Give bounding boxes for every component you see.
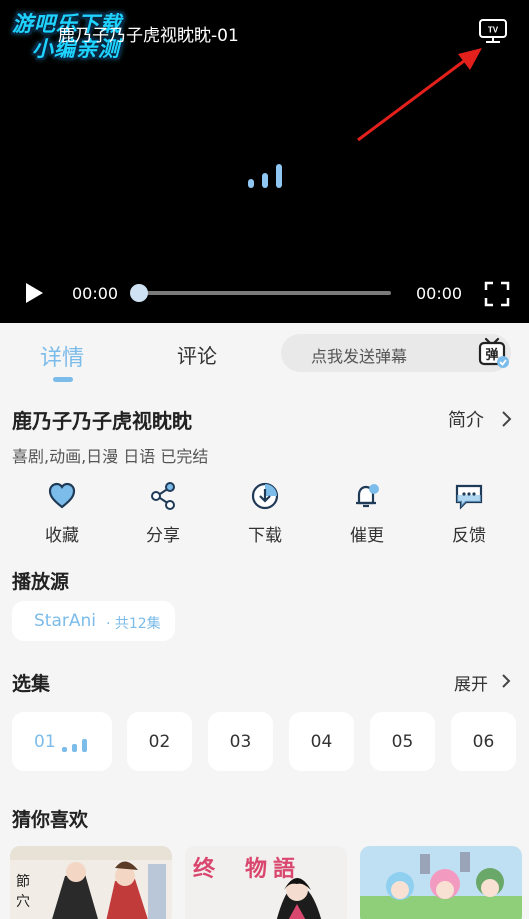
tab-details[interactable]: 详情 xyxy=(40,340,84,372)
episode-number: 05 xyxy=(391,732,414,752)
source-chip-starani[interactable]: StarAni · 共12集 xyxy=(12,601,175,641)
episode-05[interactable]: 05 xyxy=(370,712,435,771)
source-name: StarAni xyxy=(34,611,96,631)
download-icon xyxy=(251,482,279,510)
expand-link[interactable]: 展开 xyxy=(454,670,488,695)
action-label: 分享 xyxy=(146,526,180,546)
favorite-button[interactable]: 收藏 xyxy=(27,481,97,546)
share-button[interactable]: 分享 xyxy=(128,481,198,546)
recommend-cover-image xyxy=(360,846,522,919)
feedback-button[interactable]: 反馈 xyxy=(434,481,504,546)
heart-icon xyxy=(48,482,76,509)
episode-number: 06 xyxy=(472,732,495,752)
episode-06[interactable]: 06 xyxy=(451,712,516,771)
action-label: 反馈 xyxy=(452,526,486,546)
chevron-right-icon[interactable] xyxy=(500,410,512,428)
episode-02[interactable]: 02 xyxy=(127,712,192,771)
show-meta: 喜剧,动画,日漫 日语 已完结 xyxy=(12,447,209,466)
svg-text:终: 终 xyxy=(193,856,216,882)
show-title: 鹿乃子乃子虎视眈眈 xyxy=(12,409,192,433)
tab-comments[interactable]: 评论 xyxy=(177,340,217,369)
recommend-section-title: 猜你喜欢 xyxy=(12,809,89,831)
svg-text:節: 節 xyxy=(16,873,30,890)
play-icon[interactable] xyxy=(22,280,46,306)
episode-number: 02 xyxy=(148,732,171,752)
tab-indicator xyxy=(53,377,73,382)
episodes-section-title: 选集 xyxy=(12,673,51,695)
action-label: 催更 xyxy=(350,526,384,546)
fullscreen-icon[interactable] xyxy=(484,281,510,307)
episode-03[interactable]: 03 xyxy=(208,712,273,771)
svg-text:物: 物 xyxy=(245,856,267,882)
share-icon xyxy=(151,482,175,510)
action-label: 收藏 xyxy=(45,526,79,546)
episode-number: 04 xyxy=(310,732,333,752)
bell-icon xyxy=(356,484,379,508)
progress-thumb[interactable] xyxy=(130,284,148,302)
feedback-icon xyxy=(455,484,483,510)
chevron-right-icon[interactable] xyxy=(500,673,511,689)
current-time: 00:00 xyxy=(72,284,119,303)
total-time: 00:00 xyxy=(416,284,463,303)
video-title: 鹿乃子乃子虎视眈眈-01 xyxy=(58,26,239,46)
recommend-card-2[interactable]: 终 物 語 xyxy=(185,846,347,919)
danmu-toggle-icon[interactable]: 弹 xyxy=(476,336,510,370)
recommend-card-1[interactable]: 節 穴 xyxy=(10,846,172,919)
episode-01[interactable]: 01 xyxy=(12,712,112,771)
progress-bar[interactable] xyxy=(130,284,391,302)
recommend-cover-image: 终 物 語 xyxy=(185,846,347,919)
svg-text:穴: 穴 xyxy=(16,894,30,910)
svg-text:TV: TV xyxy=(488,26,499,35)
episode-number: 01 xyxy=(34,732,56,752)
episode-number: 03 xyxy=(229,732,252,752)
annotation-arrow-icon xyxy=(357,48,482,142)
action-label: 下载 xyxy=(248,526,282,546)
episode-04[interactable]: 04 xyxy=(289,712,354,771)
video-player[interactable]: 游吧乐下载 小编亲测 鹿乃子乃子虎视眈眈-01 TV 00:00 00:00 xyxy=(0,0,529,323)
urge-update-button[interactable]: 催更 xyxy=(332,481,402,546)
intro-link[interactable]: 简介 xyxy=(448,406,484,432)
source-episode-count: · 共12集 xyxy=(106,616,161,632)
recommend-cover-image: 節 穴 xyxy=(10,846,172,919)
playing-indicator-icon xyxy=(62,739,87,752)
download-button[interactable]: 下载 xyxy=(230,481,300,546)
danmu-badge-text: 弹 xyxy=(485,347,498,363)
svg-text:語: 語 xyxy=(273,856,295,882)
source-section-title: 播放源 xyxy=(12,571,70,593)
danmu-placeholder: 点我发送弹幕 xyxy=(311,347,408,366)
recommend-card-3[interactable] xyxy=(360,846,522,919)
danmu-input[interactable]: 点我发送弹幕 弹 xyxy=(281,334,511,372)
loading-icon xyxy=(246,158,286,188)
